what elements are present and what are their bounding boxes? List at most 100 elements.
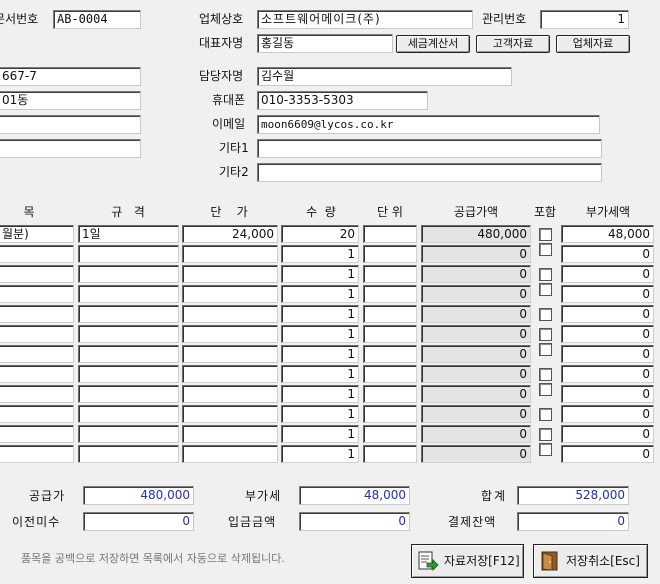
row-2-vat-cell[interactable]: 0 (561, 245, 654, 263)
row-9-include-checkbox[interactable] (539, 383, 552, 396)
row-4-vat-cell[interactable]: 0 (561, 285, 654, 303)
row-4-include-checkbox[interactable] (539, 283, 552, 296)
row-5-unit-price-cell[interactable] (182, 305, 278, 323)
row-12-item-cell[interactable] (0, 445, 74, 463)
row-4-unit-cell[interactable] (363, 285, 417, 303)
customer-data-button[interactable]: 고객자료 (476, 35, 550, 53)
row-8-vat-cell[interactable]: 0 (561, 365, 654, 383)
row-1-supply-cell[interactable]: 480,000 (421, 225, 531, 243)
address-field-2[interactable]: 01동 (0, 91, 141, 110)
row-9-unit-price-cell[interactable] (182, 385, 278, 403)
row-5-spec-cell[interactable] (78, 305, 179, 323)
row-7-unit-price-cell[interactable] (182, 345, 278, 363)
row-5-qty-cell[interactable]: 1 (281, 305, 359, 323)
supply-total-field[interactable]: 480,000 (83, 486, 194, 505)
row-10-vat-cell[interactable]: 0 (561, 405, 654, 423)
row-7-qty-cell[interactable]: 1 (281, 345, 359, 363)
row-1-vat-cell[interactable]: 48,000 (561, 225, 654, 243)
row-7-supply-cell[interactable]: 0 (421, 345, 531, 363)
row-12-include-checkbox[interactable] (539, 443, 552, 456)
prev-unpaid-field[interactable]: 0 (83, 512, 194, 531)
row-12-qty-cell[interactable]: 1 (281, 445, 359, 463)
row-6-vat-cell[interactable]: 0 (561, 325, 654, 343)
row-9-spec-cell[interactable] (78, 385, 179, 403)
grand-total-field[interactable]: 528,000 (517, 486, 629, 505)
email-field[interactable]: moon6609@lycos.co.kr (257, 115, 600, 134)
row-9-vat-cell[interactable]: 0 (561, 385, 654, 403)
row-2-include-checkbox[interactable] (539, 243, 552, 256)
row-2-qty-cell[interactable]: 1 (281, 245, 359, 263)
row-10-spec-cell[interactable] (78, 405, 179, 423)
row-12-unit-price-cell[interactable] (182, 445, 278, 463)
row-10-include-checkbox[interactable] (539, 408, 552, 421)
address-field-1[interactable]: 667-7 (0, 67, 141, 86)
row-1-item-cell[interactable]: 월분) (0, 225, 74, 243)
row-1-spec-cell[interactable]: 1일 (78, 225, 179, 243)
row-3-spec-cell[interactable] (78, 265, 179, 283)
row-3-item-cell[interactable] (0, 265, 74, 283)
save-button[interactable]: 자료저장[F12] (411, 544, 524, 578)
row-1-unit-price-cell[interactable]: 24,000 (182, 225, 278, 243)
row-5-supply-cell[interactable]: 0 (421, 305, 531, 323)
cancel-button[interactable]: 저장취소[Esc] (533, 544, 648, 578)
row-6-supply-cell[interactable]: 0 (421, 325, 531, 343)
row-11-vat-cell[interactable]: 0 (561, 425, 654, 443)
row-3-unit-price-cell[interactable] (182, 265, 278, 283)
row-3-unit-cell[interactable] (363, 265, 417, 283)
row-8-include-checkbox[interactable] (539, 368, 552, 381)
row-2-unit-cell[interactable] (363, 245, 417, 263)
company-field[interactable]: 소프트웨어메이크(주) (257, 10, 473, 29)
row-5-item-cell[interactable] (0, 305, 74, 323)
row-10-unit-cell[interactable] (363, 405, 417, 423)
mobile-field[interactable]: 010-3353-5303 (257, 91, 428, 110)
row-4-unit-price-cell[interactable] (182, 285, 278, 303)
row-11-unit-cell[interactable] (363, 425, 417, 443)
row-10-unit-price-cell[interactable] (182, 405, 278, 423)
etc1-field[interactable] (257, 139, 602, 158)
row-10-item-cell[interactable] (0, 405, 74, 423)
row-6-include-checkbox[interactable] (539, 328, 552, 341)
row-7-vat-cell[interactable]: 0 (561, 345, 654, 363)
row-6-unit-cell[interactable] (363, 325, 417, 343)
row-11-supply-cell[interactable]: 0 (421, 425, 531, 443)
row-8-spec-cell[interactable] (78, 365, 179, 383)
address-field-3[interactable] (0, 115, 141, 134)
row-1-include-checkbox[interactable] (539, 228, 552, 241)
row-1-unit-cell[interactable] (363, 225, 417, 243)
row-7-unit-cell[interactable] (363, 345, 417, 363)
row-3-include-checkbox[interactable] (539, 268, 552, 281)
row-12-spec-cell[interactable] (78, 445, 179, 463)
row-6-item-cell[interactable] (0, 325, 74, 343)
etc2-field[interactable] (257, 163, 602, 182)
ceo-field[interactable]: 홍길동 (257, 34, 393, 53)
row-7-spec-cell[interactable] (78, 345, 179, 363)
manage-no-field[interactable]: 1 (540, 10, 629, 29)
row-6-spec-cell[interactable] (78, 325, 179, 343)
row-12-supply-cell[interactable]: 0 (421, 445, 531, 463)
row-2-spec-cell[interactable] (78, 245, 179, 263)
row-12-unit-cell[interactable] (363, 445, 417, 463)
row-6-unit-price-cell[interactable] (182, 325, 278, 343)
row-11-spec-cell[interactable] (78, 425, 179, 443)
row-10-qty-cell[interactable]: 1 (281, 405, 359, 423)
row-8-unit-cell[interactable] (363, 365, 417, 383)
row-11-unit-price-cell[interactable] (182, 425, 278, 443)
row-7-item-cell[interactable] (0, 345, 74, 363)
row-8-unit-price-cell[interactable] (182, 365, 278, 383)
row-1-qty-cell[interactable]: 20 (281, 225, 359, 243)
row-2-item-cell[interactable] (0, 245, 74, 263)
tax-invoice-button[interactable]: 세금계산서 (396, 35, 470, 53)
row-3-qty-cell[interactable]: 1 (281, 265, 359, 283)
row-10-supply-cell[interactable]: 0 (421, 405, 531, 423)
row-9-item-cell[interactable] (0, 385, 74, 403)
vat-total-field[interactable]: 48,000 (299, 486, 410, 505)
address-field-4[interactable] (0, 139, 141, 158)
row-11-include-checkbox[interactable] (539, 428, 552, 441)
row-2-unit-price-cell[interactable] (182, 245, 278, 263)
row-11-item-cell[interactable] (0, 425, 74, 443)
row-4-qty-cell[interactable]: 1 (281, 285, 359, 303)
row-4-supply-cell[interactable]: 0 (421, 285, 531, 303)
row-3-vat-cell[interactable]: 0 (561, 265, 654, 283)
row-5-vat-cell[interactable]: 0 (561, 305, 654, 323)
row-7-include-checkbox[interactable] (539, 343, 552, 356)
